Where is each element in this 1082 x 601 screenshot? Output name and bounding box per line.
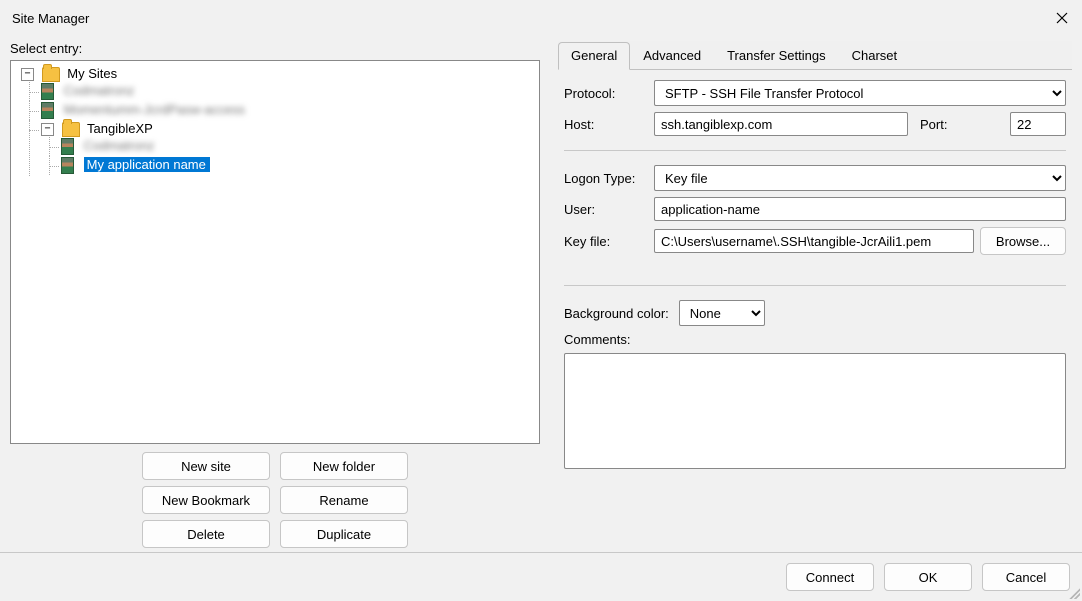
tab-advanced[interactable]: Advanced xyxy=(630,42,714,70)
right-panel: General Advanced Transfer Settings Chars… xyxy=(558,41,1072,548)
window-title: Site Manager xyxy=(12,11,89,26)
keyfile-label: Key file: xyxy=(564,234,648,249)
port-label: Port: xyxy=(920,117,1004,132)
tree-label-root: My Sites xyxy=(67,66,117,81)
delete-button[interactable]: Delete xyxy=(142,520,270,548)
comments-textarea[interactable] xyxy=(564,353,1066,469)
tab-charset[interactable]: Charset xyxy=(839,42,911,70)
tree-label-blurred: Codmatronz xyxy=(64,83,135,98)
tree-label-blurred: Codmatronz xyxy=(84,138,155,153)
cancel-button[interactable]: Cancel xyxy=(982,563,1070,591)
tree-label-tangible: TangibleXP xyxy=(87,121,153,136)
tab-transfer[interactable]: Transfer Settings xyxy=(714,42,839,70)
select-entry-label: Select entry: xyxy=(10,41,540,56)
user-input[interactable] xyxy=(654,197,1066,221)
new-folder-button[interactable]: New folder xyxy=(280,452,408,480)
separator xyxy=(564,285,1066,286)
tab-general[interactable]: General xyxy=(558,42,630,70)
ok-button[interactable]: OK xyxy=(884,563,972,591)
tree-label-selected: My application name xyxy=(84,157,210,172)
general-form: Protocol: SFTP - SSH File Transfer Proto… xyxy=(558,70,1072,473)
comments-label: Comments: xyxy=(564,332,1066,347)
tree-label-blurred: Momentumm-JcrdPasw-access xyxy=(64,102,245,117)
connect-button[interactable]: Connect xyxy=(786,563,874,591)
tree-folder-tangible[interactable]: − TangibleXP Codmatronz xyxy=(41,120,539,176)
logon-type-select[interactable]: Key file xyxy=(654,165,1066,191)
server-icon xyxy=(41,83,54,100)
tabs: General Advanced Transfer Settings Chars… xyxy=(558,41,1072,70)
folder-icon xyxy=(62,122,80,137)
duplicate-button[interactable]: Duplicate xyxy=(280,520,408,548)
titlebar: Site Manager xyxy=(0,0,1082,36)
close-icon[interactable] xyxy=(1046,4,1078,32)
tree-item-selected[interactable]: My application name xyxy=(61,156,539,175)
host-label: Host: xyxy=(564,117,648,132)
server-icon xyxy=(41,102,54,119)
port-input[interactable] xyxy=(1010,112,1066,136)
logon-type-label: Logon Type: xyxy=(564,171,648,186)
server-icon xyxy=(61,138,74,155)
protocol-select[interactable]: SFTP - SSH File Transfer Protocol xyxy=(654,80,1066,106)
keyfile-input[interactable] xyxy=(654,229,974,253)
resize-grip-icon[interactable] xyxy=(1068,587,1080,599)
rename-button[interactable]: Rename xyxy=(280,486,408,514)
tree-item[interactable]: Codmatronz xyxy=(41,82,539,101)
site-buttons: New site New folder New Bookmark Rename … xyxy=(10,452,540,548)
site-manager-window: Site Manager Select entry: − My Sites xyxy=(0,0,1082,601)
new-bookmark-button[interactable]: New Bookmark xyxy=(142,486,270,514)
bg-color-label: Background color: xyxy=(564,306,669,321)
protocol-label: Protocol: xyxy=(564,86,648,101)
tree-item[interactable]: Codmatronz xyxy=(61,137,539,156)
server-icon xyxy=(61,157,74,174)
bg-color-select[interactable]: None xyxy=(679,300,765,326)
collapse-icon[interactable]: − xyxy=(21,68,34,81)
collapse-icon[interactable]: − xyxy=(41,123,54,136)
folder-icon xyxy=(42,67,60,82)
site-tree[interactable]: − My Sites Codmatronz Momentumm xyxy=(10,60,540,444)
dialog-footer: Connect OK Cancel xyxy=(0,552,1082,601)
user-label: User: xyxy=(564,202,648,217)
new-site-button[interactable]: New site xyxy=(142,452,270,480)
tree-root[interactable]: − My Sites Codmatronz Momentumm xyxy=(21,65,539,177)
browse-button[interactable]: Browse... xyxy=(980,227,1066,255)
separator xyxy=(564,150,1066,151)
tree-item[interactable]: Momentumm-JcrdPasw-access xyxy=(41,101,539,120)
left-panel: Select entry: − My Sites Codmatronz xyxy=(10,41,540,548)
host-input[interactable] xyxy=(654,112,908,136)
